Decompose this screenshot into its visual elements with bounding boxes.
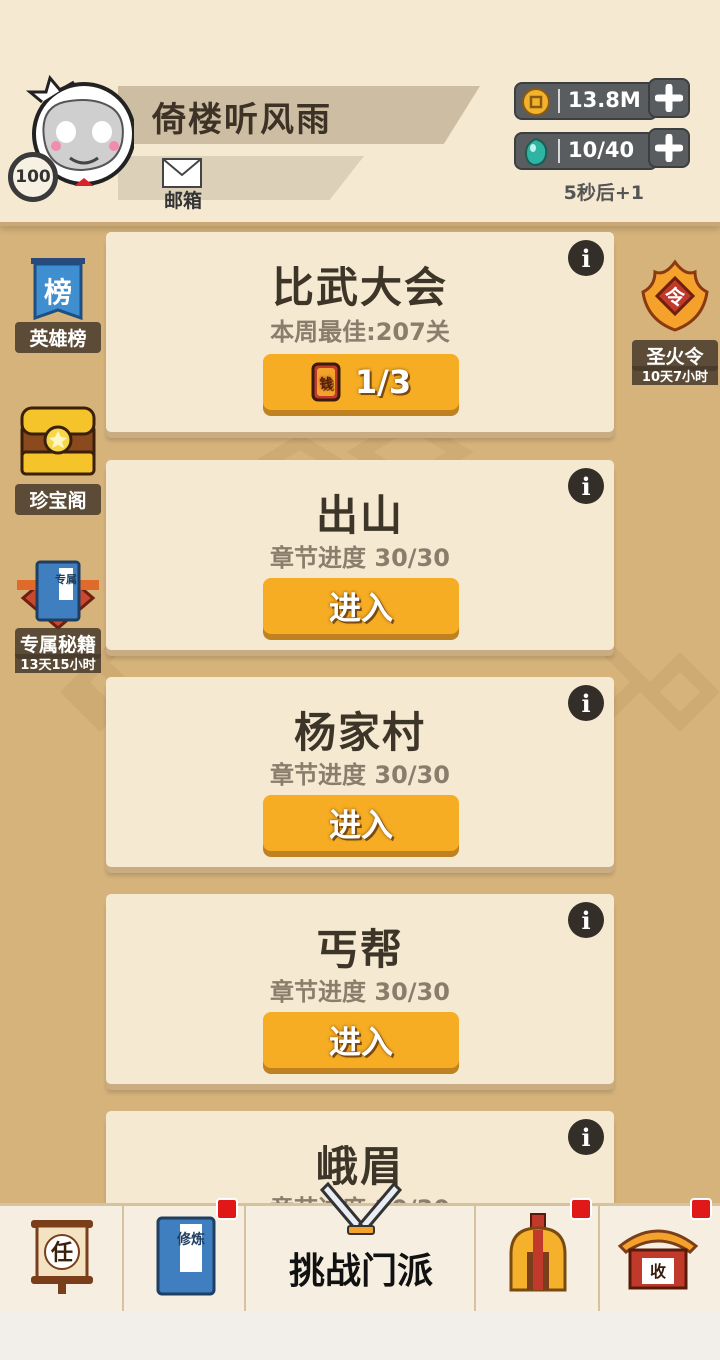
chapter-card: i 丐帮 章节进度 30/30 进入: [106, 894, 614, 1084]
coin-resource: 13.8M: [514, 78, 690, 120]
challenge-sect-label: 挑战门派: [288, 1251, 433, 1292]
chapter-progress: 章节进度 30/30: [270, 761, 450, 789]
svg-text:专属: 专属: [55, 572, 77, 586]
mail-banner: [118, 156, 364, 200]
nav-collect[interactable]: 收: [600, 1198, 720, 1314]
bottom-navigation: 任 修炼 挑战门派 收: [0, 1181, 720, 1314]
leaderboard-label: 英雄榜: [15, 322, 101, 353]
chapter-enter-button[interactable]: 进入: [263, 1012, 459, 1068]
mailbox-button[interactable]: 邮箱: [158, 158, 208, 216]
screen-footer: [0, 1311, 720, 1360]
cultivation-book-icon: 修炼: [156, 1216, 216, 1296]
leaderboard-button[interactable]: 榜 英雄榜: [15, 256, 101, 356]
plus-icon: [655, 84, 683, 112]
stamina-amount: 10/40: [568, 138, 635, 162]
nav-equipment[interactable]: [476, 1198, 600, 1314]
svg-text:令: 令: [665, 285, 686, 309]
chapter-progress: 章节进度 30/30: [270, 544, 450, 572]
svg-text:榜: 榜: [44, 276, 72, 309]
holy-fire-token-timer: 10天7小时: [632, 366, 718, 385]
nav-cultivation[interactable]: 修炼: [124, 1198, 246, 1314]
tournament-card: i 比武大会 本周最佳:207关 钱 1/3: [106, 232, 614, 432]
holy-fire-icon: 令: [641, 259, 709, 332]
svg-text:钱: 钱: [319, 376, 332, 392]
chapter-title: 丐帮: [315, 925, 404, 974]
stamina-regen-timer: 5秒后+1: [563, 182, 644, 204]
chapter-title: 出山: [315, 491, 404, 540]
player-level-badge: 100: [8, 152, 58, 202]
helmet-icon: [509, 1213, 567, 1292]
collect-notification-dot: [690, 1198, 712, 1220]
chapter-enter-button[interactable]: 进入: [263, 578, 459, 634]
holy-fire-token-button[interactable]: 令 圣火令 10天7小时: [632, 258, 718, 386]
coin-icon: [522, 88, 550, 116]
chapter-enter-button[interactable]: 进入: [263, 795, 459, 851]
crossed-swords-icon: [319, 1181, 403, 1235]
chapter-card: i 杨家村 章节进度 30/30 进入: [106, 677, 614, 867]
tournament-best: 本周最佳:207关: [270, 318, 450, 346]
treasure-pavilion-label: 珍宝阁: [15, 484, 101, 515]
stamina-divider: [558, 139, 560, 163]
exclusive-manual-button[interactable]: 专属 专属秘籍 13天15小时: [15, 550, 101, 678]
equipment-notification-dot: [570, 1198, 592, 1220]
coin-amount: 13.8M: [568, 88, 641, 112]
chapter-progress: 章节进度 30/30: [270, 978, 450, 1006]
stamina-pill: 10/40: [514, 132, 658, 170]
ticket-icon: 钱: [311, 362, 341, 402]
player-name: 倚楼听风雨: [152, 100, 332, 140]
nav-tasks[interactable]: 任: [0, 1206, 124, 1314]
envelope-icon: [162, 158, 202, 188]
coin-pill: 13.8M: [514, 82, 658, 120]
add-coins-button[interactable]: [648, 78, 690, 118]
tournament-ticket-count: 1/3: [354, 363, 412, 401]
stamina-gem-icon: [524, 137, 548, 167]
svg-text:任: 任: [50, 1240, 73, 1266]
add-stamina-button[interactable]: [648, 128, 690, 168]
chapter-card: i 出山 章节进度 30/30 进入: [106, 460, 614, 650]
mailbox-label: 邮箱: [163, 190, 202, 212]
tournament-entry-button[interactable]: 钱 1/3: [263, 354, 459, 410]
svg-text:修炼: 修炼: [176, 1231, 205, 1248]
chapter-title: 杨家村: [293, 708, 426, 757]
treasure-pavilion-button[interactable]: 珍宝阁: [15, 400, 101, 518]
exclusive-manual-timer: 13天15小时: [15, 654, 101, 673]
plus-icon: [655, 134, 683, 162]
stamina-resource: 10/40: [514, 128, 690, 170]
collect-house-icon: 收: [617, 1229, 699, 1290]
nav-challenge-sect[interactable]: 挑战门派: [246, 1181, 476, 1314]
coin-divider: [558, 89, 560, 113]
secret-book-icon: 专属: [17, 560, 99, 630]
svg-text:收: 收: [650, 1262, 666, 1281]
task-scroll-icon: 任: [31, 1220, 93, 1294]
tournament-title: 比武大会: [271, 263, 448, 312]
cultivation-notification-dot: [216, 1198, 238, 1220]
treasure-chest-icon: [20, 406, 96, 476]
leaderboard-banner-icon: 榜: [31, 258, 85, 321]
